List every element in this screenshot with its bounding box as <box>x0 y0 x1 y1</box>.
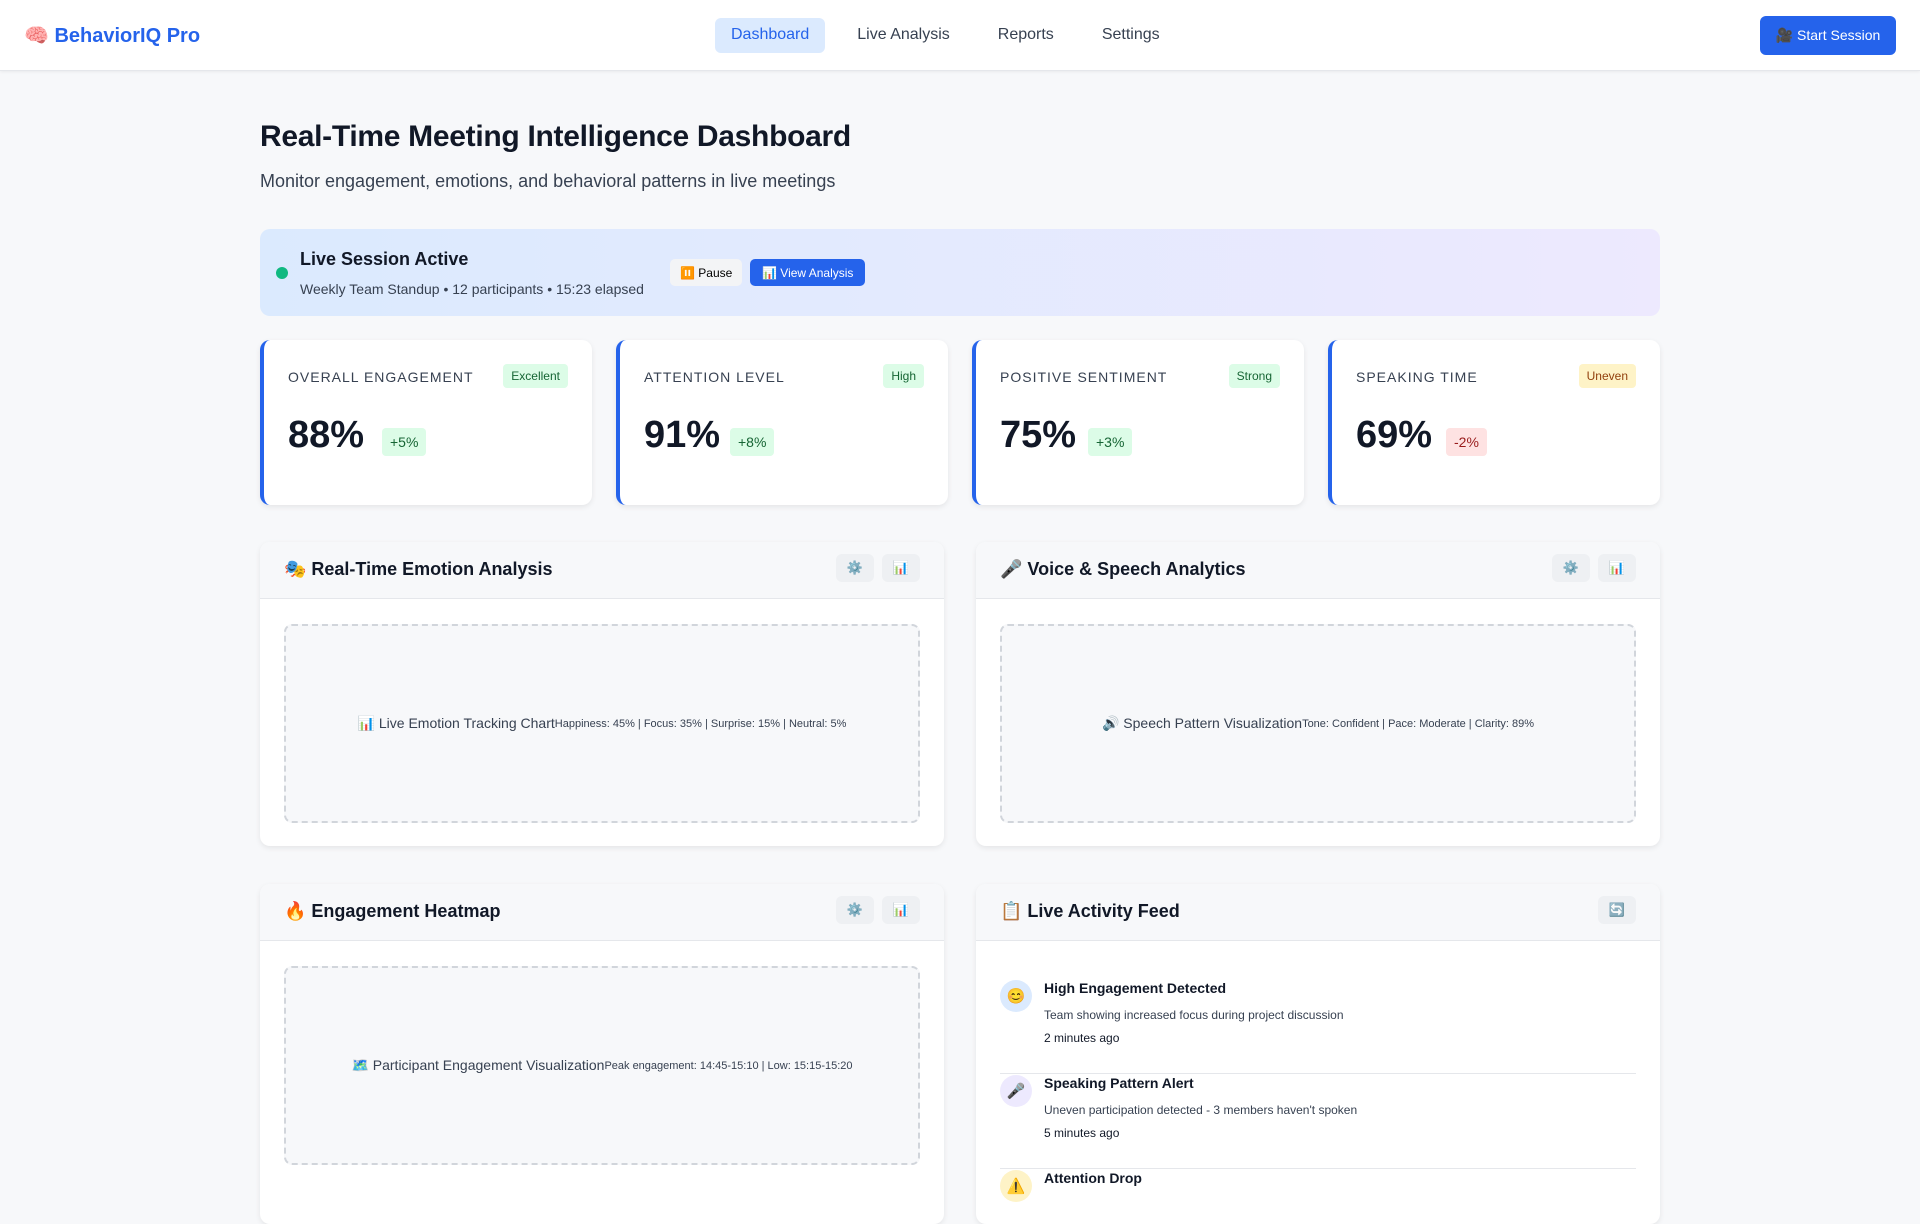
metric-change: +3% <box>1088 428 1133 456</box>
emotion-analysis-panel: 🎭 Real-Time Emotion Analysis ⚙️ 📊 📊 Live… <box>260 542 944 846</box>
metric-change: -2% <box>1446 428 1487 456</box>
metric-card-sentiment: POSITIVE SENTIMENT Strong 75% +3% <box>972 340 1304 505</box>
feed-desc: Uneven participation detected - 3 member… <box>1044 1103 1358 1117</box>
chart-icon[interactable]: 📊 <box>882 554 920 582</box>
microphone-icon: 🎤 <box>1000 1075 1032 1107</box>
feed-time: 5 minutes ago <box>1044 1126 1120 1140</box>
feed-time: 2 minutes ago <box>1044 1031 1120 1045</box>
status-badge: Strong <box>1228 364 1280 388</box>
nav-reports[interactable]: Reports <box>982 18 1070 53</box>
metric-value: 91% <box>644 414 721 456</box>
app-logo[interactable]: 🧠 BehaviorIQ Pro <box>24 23 200 48</box>
feed-desc: Team showing increased focus during proj… <box>1044 1008 1344 1022</box>
page-subtitle: Monitor engagement, emotions, and behavi… <box>260 171 836 191</box>
feed-item[interactable]: 😊 High Engagement Detected Team showing … <box>1000 980 1636 1074</box>
panel-title: 🎤 Voice & Speech Analytics <box>1000 559 1246 579</box>
metric-change: +5% <box>382 428 427 456</box>
metric-card-attention: ATTENTION LEVEL High 91% +8% <box>616 340 948 505</box>
nav-settings[interactable]: Settings <box>1086 18 1176 53</box>
engagement-heatmap-panel: 🔥 Engagement Heatmap ⚙️ 📊 🗺️ Participant… <box>260 884 944 1224</box>
speech-chart-placeholder: 🔊 Speech Pattern Visualization Tone: Conf… <box>1000 624 1636 823</box>
refresh-icon[interactable]: 🔄 <box>1598 896 1636 924</box>
session-details: Weekly Team Standup • 12 participants • … <box>300 281 644 297</box>
feed-title: Speaking Pattern Alert <box>1044 1075 1194 1091</box>
smile-icon: 😊 <box>1000 980 1032 1012</box>
metric-value: 88% <box>288 414 365 456</box>
top-nav: 🧠 BehaviorIQ Pro Dashboard Live Analysis… <box>0 0 1920 71</box>
metric-change: +8% <box>730 428 775 456</box>
nav-live-analysis[interactable]: Live Analysis <box>841 18 966 53</box>
metric-value: 75% <box>1000 414 1077 456</box>
feed-item[interactable]: ⚠️ Attention Drop <box>1000 1170 1636 1224</box>
live-indicator-icon <box>276 267 288 279</box>
feed-item[interactable]: 🎤 Speaking Pattern Alert Uneven particip… <box>1000 1075 1636 1169</box>
heatmap-placeholder: 🗺️ Participant Engagement Visualization P… <box>284 966 920 1165</box>
page-title: Real-Time Meeting Intelligence Dashboard <box>260 120 851 153</box>
placeholder-label: 🗺️ Participant Engagement Visualization <box>351 1057 605 1073</box>
panel-title: 📋 Live Activity Feed <box>1000 901 1180 921</box>
nav-dashboard[interactable]: Dashboard <box>715 18 826 53</box>
metric-card-engagement: OVERALL ENGAGEMENT Excellent 88% +5% <box>260 340 592 505</box>
metric-value: 69% <box>1356 414 1433 456</box>
feed-title: High Engagement Detected <box>1044 980 1227 996</box>
start-session-button[interactable]: 🎥 Start Session <box>1760 16 1896 55</box>
placeholder-detail: Happiness: 45% | Focus: 35% | Surprise: … <box>554 717 847 730</box>
settings-icon[interactable]: ⚙️ <box>836 896 874 924</box>
placeholder-label: 🔊 Speech Pattern Visualization <box>1101 715 1303 731</box>
settings-icon[interactable]: ⚙️ <box>836 554 874 582</box>
panel-title: 🔥 Engagement Heatmap <box>284 901 501 921</box>
feed-title: Attention Drop <box>1044 1170 1142 1186</box>
live-session-banner: Live Session Active Weekly Team Standup … <box>260 229 1660 316</box>
chart-icon[interactable]: 📊 <box>1598 554 1636 582</box>
settings-icon[interactable]: ⚙️ <box>1552 554 1590 582</box>
metric-label: SPEAKING TIME <box>1356 369 1478 385</box>
placeholder-label: 📊 Live Emotion Tracking Chart <box>357 715 555 731</box>
emotion-chart-placeholder: 📊 Live Emotion Tracking Chart Happiness: … <box>284 624 920 823</box>
metric-card-speaking-time: SPEAKING TIME Uneven 69% -2% <box>1328 340 1660 505</box>
chart-icon[interactable]: 📊 <box>882 896 920 924</box>
activity-feed-panel: 📋 Live Activity Feed 🔄 😊 High Engagement… <box>976 884 1660 1224</box>
status-badge: Excellent <box>503 364 568 388</box>
pause-button[interactable]: ⏸️ Pause <box>670 259 743 286</box>
placeholder-detail: Peak engagement: 14:45-15:10 | Low: 15:1… <box>604 1059 853 1072</box>
panel-title: 🎭 Real-Time Emotion Analysis <box>284 559 553 579</box>
placeholder-detail: Tone: Confident | Pace: Moderate | Clari… <box>1302 717 1535 730</box>
voice-analytics-panel: 🎤 Voice & Speech Analytics ⚙️ 📊 🔊 Speech… <box>976 542 1660 846</box>
status-badge: Uneven <box>1578 364 1636 388</box>
metric-label: OVERALL ENGAGEMENT <box>288 369 474 385</box>
view-analysis-button[interactable]: 📊 View Analysis <box>750 259 866 286</box>
metric-label: POSITIVE SENTIMENT <box>1000 369 1168 385</box>
session-title: Live Session Active <box>300 249 469 269</box>
status-badge: High <box>883 364 924 388</box>
metric-label: ATTENTION LEVEL <box>644 369 785 385</box>
